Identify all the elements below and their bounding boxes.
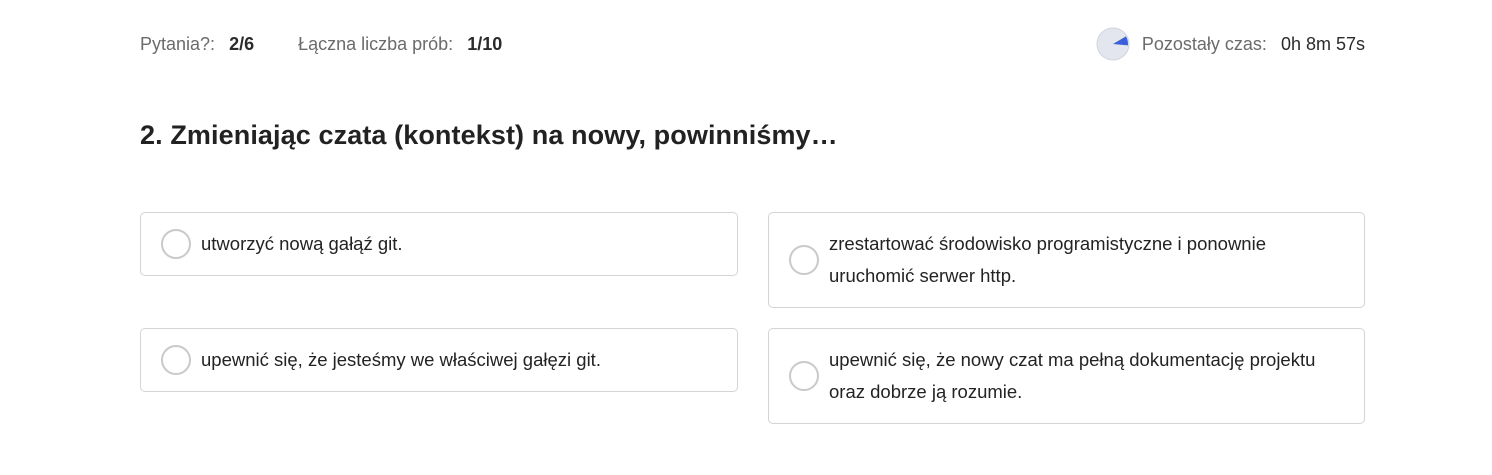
answer-text: upewnić się, że nowy czat ma pełną dokum… [829, 349, 1316, 402]
answer-text: zrestartować środowisko programistyczne … [829, 233, 1266, 286]
quiz-progress: Pytania?: 2/6 Łączna liczba prób: 1/10 [140, 34, 502, 55]
quiz-header: Pytania?: 2/6 Łączna liczba prób: 1/10 P… [140, 26, 1365, 62]
answer-option-2[interactable]: zrestartować środowisko programistyczne … [768, 212, 1365, 308]
radio-button[interactable] [161, 345, 191, 375]
answer-text: utworzyć nową gałąź git. [201, 233, 403, 254]
answer-option-1[interactable]: utworzyć nową gałąź git. [140, 212, 738, 276]
radio-button[interactable] [789, 361, 819, 391]
time-remaining-value: 0h 8m 57s [1280, 33, 1365, 54]
attempts-counter: 1/10 [467, 33, 503, 54]
questions-label: Pytania?: [140, 33, 216, 54]
radio-button[interactable] [789, 245, 819, 275]
time-remaining-label: Pozostały czas: [1141, 33, 1267, 54]
attempts-label: Łączna liczba prób: [298, 33, 454, 54]
answer-text: upewnić się, że jesteśmy we właściwej ga… [201, 349, 601, 370]
question-title: 2. Zmieniając czata (kontekst) na nowy, … [140, 120, 838, 150]
radio-button[interactable] [161, 229, 191, 259]
pie-timer-icon [1096, 27, 1130, 61]
questions-counter: 2/6 [229, 33, 255, 54]
answer-option-3[interactable]: upewnić się, że jesteśmy we właściwej ga… [140, 328, 738, 392]
quiz-timer: Pozostały czas: 0h 8m 57s [1096, 27, 1365, 61]
quiz-page: Pytania?: 2/6 Łączna liczba prób: 1/10 P… [0, 0, 1492, 475]
answer-option-4[interactable]: upewnić się, że nowy czat ma pełną dokum… [768, 328, 1365, 424]
